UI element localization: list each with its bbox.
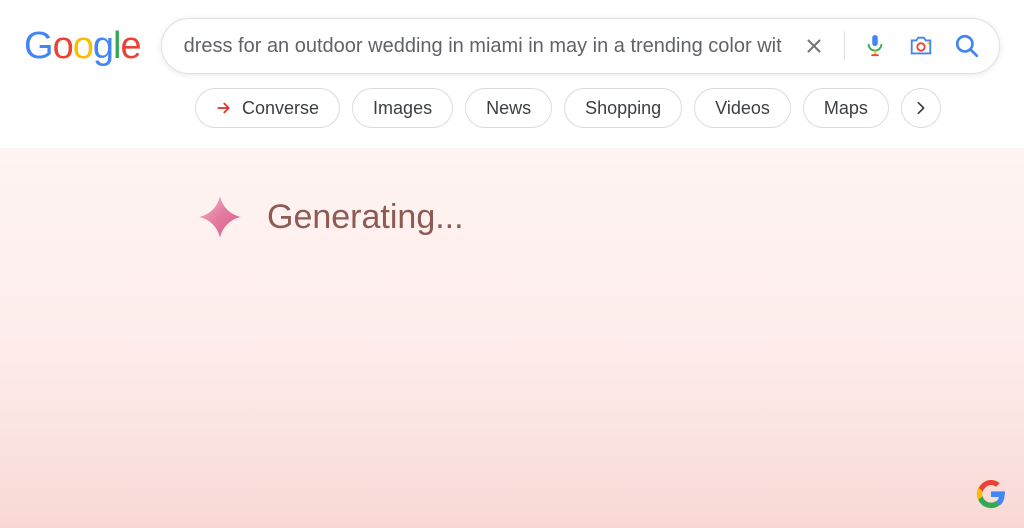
filter-label: News xyxy=(486,98,531,119)
filter-converse[interactable]: Converse xyxy=(195,88,340,128)
generating-row: Generating... xyxy=(195,192,1024,242)
camera-icon[interactable] xyxy=(901,26,941,66)
google-logo[interactable]: Google xyxy=(24,25,141,68)
filter-label: Videos xyxy=(715,98,770,119)
filter-shopping[interactable]: Shopping xyxy=(564,88,682,128)
filter-videos[interactable]: Videos xyxy=(694,88,791,128)
filter-images[interactable]: Images xyxy=(352,88,453,128)
generating-panel: Generating... xyxy=(0,148,1024,528)
mic-icon[interactable] xyxy=(855,26,895,66)
filter-label: Converse xyxy=(242,98,319,119)
search-input[interactable] xyxy=(184,35,794,58)
filter-maps[interactable]: Maps xyxy=(803,88,889,128)
header-bar: Google xyxy=(0,0,1024,88)
sparkle-icon xyxy=(195,192,245,242)
filter-row: Converse Images News Shopping Videos Map… xyxy=(0,88,1024,148)
filter-label: Shopping xyxy=(585,98,661,119)
divider xyxy=(844,31,845,61)
search-icon[interactable] xyxy=(947,26,987,66)
filter-news[interactable]: News xyxy=(465,88,552,128)
generating-text: Generating... xyxy=(267,198,464,237)
google-g-icon xyxy=(976,479,1006,514)
clear-icon[interactable] xyxy=(794,26,834,66)
filter-label: Images xyxy=(373,98,432,119)
filter-label: Maps xyxy=(824,98,868,119)
chevron-right-icon xyxy=(913,100,929,116)
more-filters-button[interactable] xyxy=(901,88,941,128)
search-bar xyxy=(161,18,1000,74)
converse-icon xyxy=(216,99,234,117)
